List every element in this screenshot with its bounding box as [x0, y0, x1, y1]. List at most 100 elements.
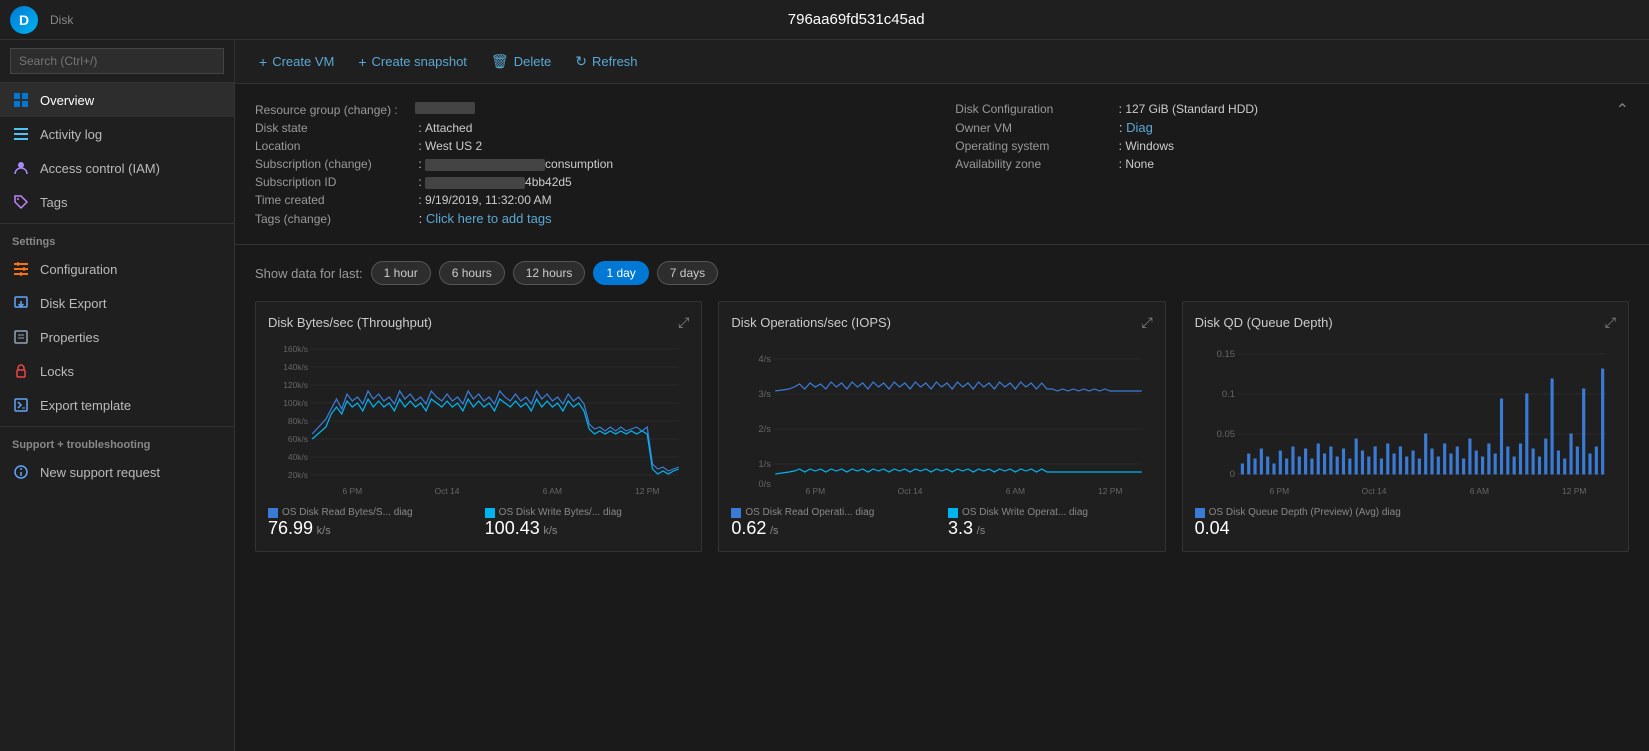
write-ops-color-swatch — [948, 508, 958, 518]
sidebar-item-activity-log[interactable]: Activity log — [0, 117, 234, 151]
time-btn-6hours[interactable]: 6 hours — [439, 261, 505, 285]
props-icon — [12, 328, 30, 346]
svg-text:0.05: 0.05 — [1216, 429, 1234, 439]
sidebar-item-export-template[interactable]: Export template — [0, 388, 234, 422]
settings-section-label: Settings — [0, 223, 234, 252]
toolbar: + Create VM + Create snapshot 🗑 Delete ↻… — [235, 40, 1649, 84]
info-section: ⌃ Resource group (change) : Disk state :… — [235, 84, 1649, 245]
refresh-button[interactable]: ↻ Refresh — [567, 49, 645, 74]
subscription-label: Subscription (change) — [255, 157, 415, 171]
chart-throughput-area: 160k/s 140k/s 120k/s 100k/s 80k/s 60k/s … — [268, 339, 689, 499]
time-filter-label: Show data for last: — [255, 266, 363, 281]
time-btn-1hour[interactable]: 1 hour — [371, 261, 431, 285]
svg-text:Oct 14: Oct 14 — [898, 487, 923, 496]
charts-grid: Disk Bytes/sec (Throughput) ⤢ — [255, 301, 1629, 552]
refresh-icon: ↻ — [575, 53, 587, 70]
resource-title: 796aa69fd531c45ad — [73, 11, 1639, 28]
write-color-swatch — [485, 508, 495, 518]
chart-legend-queue-label: OS Disk Queue Depth (Preview) (Avg) diag — [1195, 507, 1616, 518]
sidebar-item-label: Tags — [40, 195, 67, 210]
app-subtitle: Disk — [50, 13, 73, 27]
chart-queue-pin[interactable]: ⤢ — [1605, 314, 1616, 331]
search-input[interactable] — [10, 48, 224, 74]
svg-text:12 PM: 12 PM — [1562, 487, 1586, 496]
sidebar-item-support[interactable]: New support request — [0, 455, 234, 489]
charts-section: Show data for last: 1 hour 6 hours 12 ho… — [235, 245, 1649, 751]
sidebar-item-label: Activity log — [40, 127, 102, 142]
chart-iops-title: Disk Operations/sec (IOPS) — [731, 315, 891, 330]
sidebar-item-access-control[interactable]: Access control (IAM) — [0, 151, 234, 185]
owner-vm-row: Owner VM : Diag — [955, 118, 1615, 137]
sidebar-item-label: Locks — [40, 364, 74, 379]
svg-text:6 PM: 6 PM — [806, 487, 826, 496]
chart-legend-read-ops: OS Disk Read Operati... diag 0.62 /s — [731, 507, 936, 539]
svg-text:6 AM: 6 AM — [543, 487, 562, 496]
chart-legend-queue-value: 0.04 — [1195, 518, 1616, 539]
chart-legend-read-ops-label: OS Disk Read Operati... diag — [731, 507, 936, 518]
location-label: Location — [255, 139, 415, 153]
chart-throughput-pin[interactable]: ⤢ — [678, 314, 689, 331]
plus-icon: + — [259, 54, 267, 70]
svg-text:0.15: 0.15 — [1216, 349, 1234, 359]
svg-text:1/s: 1/s — [759, 459, 772, 469]
config-icon — [12, 260, 30, 278]
disk-config-row: Disk Configuration : 127 GiB (Standard H… — [955, 100, 1615, 118]
sidebar-item-configuration[interactable]: Configuration — [0, 252, 234, 286]
sidebar-item-label: Access control (IAM) — [40, 161, 160, 176]
support-section-label: Support + troubleshooting — [0, 426, 234, 455]
chart-legend-write: OS Disk Write Bytes/... diag 100.43 k/s — [485, 507, 690, 539]
queue-color-swatch — [1195, 508, 1205, 518]
svg-text:6 PM: 6 PM — [342, 487, 362, 496]
chart-legend-read-label: OS Disk Read Bytes/S... diag — [268, 507, 473, 518]
svg-text:140k/s: 140k/s — [283, 363, 308, 372]
sidebar-item-tags[interactable]: Tags — [0, 185, 234, 219]
svg-text:100k/s: 100k/s — [283, 399, 308, 408]
location-value: : West US 2 — [415, 139, 482, 153]
svg-text:6 AM: 6 AM — [1469, 487, 1488, 496]
disk-state-label: Disk state — [255, 121, 415, 135]
chart-legend-write-ops-label: OS Disk Write Operat... diag — [948, 507, 1153, 518]
person-icon — [12, 159, 30, 177]
chart-queue-header: Disk QD (Queue Depth) ⤢ — [1195, 314, 1616, 331]
sidebar-item-overview[interactable]: Overview — [0, 83, 234, 117]
chart-iops-pin[interactable]: ⤢ — [1141, 314, 1152, 331]
availability-value: : None — [1115, 157, 1154, 171]
owner-vm-label: Owner VM — [955, 121, 1115, 135]
chart-queue-footer: OS Disk Queue Depth (Preview) (Avg) diag… — [1195, 507, 1616, 539]
main-content: + Create VM + Create snapshot 🗑 Delete ↻… — [235, 40, 1649, 751]
chart-legend-read: OS Disk Read Bytes/S... diag 76.99 k/s — [268, 507, 473, 539]
tags-label: Tags (change) — [255, 212, 415, 226]
sidebar-item-properties[interactable]: Properties — [0, 320, 234, 354]
time-btn-12hours[interactable]: 12 hours — [513, 261, 586, 285]
availability-label: Availability zone — [955, 157, 1115, 171]
time-btn-1day[interactable]: 1 day — [593, 261, 648, 285]
chart-legend-write-ops-value: 3.3 /s — [948, 518, 1153, 539]
chart-legend-write-label: OS Disk Write Bytes/... diag — [485, 507, 690, 518]
owner-vm-link[interactable]: Diag — [1126, 120, 1153, 135]
tags-add-link[interactable]: Click here to add tags — [426, 211, 552, 226]
location-row: Location : West US 2 — [255, 137, 915, 155]
disk-config-label: Disk Configuration — [955, 102, 1115, 116]
read-ops-color-swatch — [731, 508, 741, 518]
time-created-row: Time created : 9/19/2019, 11:32:00 AM — [255, 191, 915, 209]
time-btn-7days[interactable]: 7 days — [657, 261, 718, 285]
create-vm-button[interactable]: + Create VM — [251, 50, 342, 74]
trash-icon: 🗑 — [491, 53, 509, 70]
sidebar-item-disk-export[interactable]: Disk Export — [0, 286, 234, 320]
resource-group-label: Resource group (change) : — [255, 103, 415, 117]
svg-text:4/s: 4/s — [759, 354, 772, 364]
create-snapshot-button[interactable]: + Create snapshot — [350, 50, 475, 74]
os-label: Operating system — [955, 139, 1115, 153]
chart-queue-depth: Disk QD (Queue Depth) ⤢ 0.15 0.1 — [1182, 301, 1629, 552]
svg-text:0/s: 0/s — [759, 479, 772, 489]
collapse-icon[interactable]: ⌃ — [1616, 100, 1629, 120]
svg-text:120k/s: 120k/s — [283, 381, 308, 390]
sidebar-item-locks[interactable]: Locks — [0, 354, 234, 388]
delete-button[interactable]: 🗑 Delete — [483, 49, 559, 74]
subscription-value: : ████████████consumptionconsumption — [415, 157, 613, 171]
disk-state-row: Disk state : Attached — [255, 119, 915, 137]
svg-text:0: 0 — [1229, 469, 1234, 479]
subscription-id-label: Subscription ID — [255, 175, 415, 189]
chart-iops-area: 4/s 3/s 2/s 1/s 0/s 6 PM Oct 14 — [731, 339, 1152, 499]
availability-row: Availability zone : None — [955, 155, 1615, 173]
